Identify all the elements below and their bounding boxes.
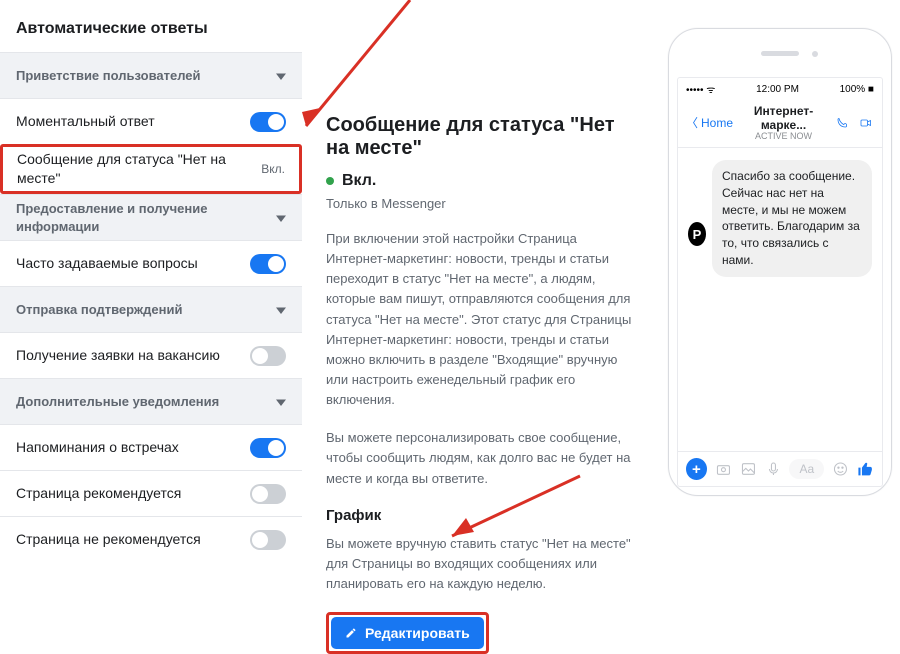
- phone-speaker-icon: [761, 51, 799, 56]
- messenger-navbar: 〈 Home Интернет-марке... ACTIVE NOW: [678, 100, 882, 148]
- description-1: При включении этой настройки Страница Ин…: [326, 229, 636, 410]
- main-panel: Сообщение для статуса "Нет на месте" Вкл…: [302, 0, 660, 579]
- section-label: Отправка подтверждений: [16, 301, 276, 319]
- description-2: Вы можете персонализировать свое сообщен…: [326, 428, 636, 488]
- chevron-down-icon: [276, 397, 286, 407]
- avatar: P: [688, 222, 706, 246]
- sidebar-item-away-message[interactable]: Сообщение для статуса "Нет на месте" Вкл…: [0, 144, 302, 194]
- sidebar-item-page-not-recommended[interactable]: Страница не рекомендуется: [0, 516, 302, 562]
- edit-button-label: Редактировать: [365, 625, 470, 641]
- phone-screen: ••••• ᯤ 12:00 PM 100% ■ 〈 Home Интернет-…: [677, 77, 883, 487]
- status-dot-icon: [326, 177, 334, 185]
- sidebar-item-page-recommended[interactable]: Страница рекомендуется: [0, 470, 302, 516]
- status-label: Вкл.: [342, 172, 376, 190]
- phone-call-icon[interactable]: [834, 117, 850, 129]
- video-call-icon[interactable]: [858, 117, 874, 129]
- status-badge: Вкл.: [326, 172, 636, 190]
- phone-status-bar: ••••• ᯤ 12:00 PM 100% ■: [678, 78, 882, 100]
- message-composer: + Aa: [678, 451, 882, 486]
- edit-button[interactable]: Редактировать: [331, 617, 484, 649]
- sidebar-section-info[interactable]: Предоставление и получение информации: [0, 194, 302, 240]
- section-label: Приветствие пользователей: [16, 67, 276, 85]
- chat-subtitle: ACTIVE NOW: [733, 131, 834, 141]
- item-label: Моментальный ответ: [16, 112, 250, 131]
- toggle-job-application[interactable]: [250, 346, 286, 366]
- signal-icon: ••••• ᯤ: [686, 82, 715, 96]
- sidebar-item-faq[interactable]: Часто задаваемые вопросы: [0, 240, 302, 286]
- phone-camera-icon: [812, 51, 818, 57]
- chat-title-block: Интернет-марке... ACTIVE NOW: [733, 104, 834, 141]
- toggle-instant-reply[interactable]: [250, 112, 286, 132]
- sidebar-item-instant-reply[interactable]: Моментальный ответ: [0, 98, 302, 144]
- page-title: Сообщение для статуса "Нет на месте": [326, 114, 636, 160]
- item-status: Вкл.: [261, 162, 285, 176]
- phone-time: 12:00 PM: [756, 84, 799, 95]
- item-label: Напоминания о встречах: [16, 438, 250, 457]
- section-label: Дополнительные уведомления: [16, 393, 276, 411]
- gallery-icon[interactable]: [740, 461, 757, 477]
- sidebar-item-reminders[interactable]: Напоминания о встречах: [0, 424, 302, 470]
- phone-mockup: ••••• ᯤ 12:00 PM 100% ■ 〈 Home Интернет-…: [668, 28, 892, 496]
- emoji-icon[interactable]: [832, 461, 849, 477]
- message-bubble: Спасибо за сообщение. Сейчас нас нет на …: [712, 160, 872, 277]
- toggle-page-not-recommended[interactable]: [250, 530, 286, 550]
- phone-preview-column: ••••• ᯤ 12:00 PM 100% ■ 〈 Home Интернет-…: [660, 0, 900, 579]
- chat-area: P Спасибо за сообщение. Сейчас нас нет н…: [678, 148, 882, 451]
- pencil-icon: [345, 627, 357, 639]
- chevron-down-icon: [276, 71, 286, 81]
- item-label: Часто задаваемые вопросы: [16, 254, 250, 273]
- sidebar-section-additional[interactable]: Дополнительные уведомления: [0, 378, 302, 424]
- status-subnote: Только в Messenger: [326, 196, 636, 211]
- sidebar-title: Автоматические ответы: [0, 0, 302, 52]
- toggle-faq[interactable]: [250, 254, 286, 274]
- chevron-left-icon: 〈: [686, 114, 698, 131]
- item-label: Страница рекомендуется: [16, 484, 250, 503]
- item-label: Сообщение для статуса "Нет на месте": [17, 150, 255, 188]
- chat-title: Интернет-марке...: [733, 104, 834, 132]
- sidebar: Автоматические ответы Приветствие пользо…: [0, 0, 302, 579]
- message-input[interactable]: Aa: [789, 459, 824, 479]
- sidebar-section-confirmations[interactable]: Отправка подтверждений: [0, 286, 302, 332]
- back-label: Home: [701, 116, 733, 130]
- sidebar-section-greeting[interactable]: Приветствие пользователей: [0, 52, 302, 98]
- back-button[interactable]: 〈 Home: [686, 114, 733, 131]
- toggle-page-recommended[interactable]: [250, 484, 286, 504]
- item-label: Страница не рекомендуется: [16, 530, 250, 549]
- add-attachment-button[interactable]: +: [686, 458, 707, 480]
- thumbs-up-icon[interactable]: [857, 460, 874, 478]
- schedule-description: Вы можете вручную ставить статус "Нет на…: [326, 534, 636, 594]
- chevron-down-icon: [276, 305, 286, 315]
- camera-icon[interactable]: [715, 461, 732, 477]
- sidebar-item-job-application[interactable]: Получение заявки на вакансию: [0, 332, 302, 378]
- phone-battery: 100% ■: [840, 84, 874, 95]
- schedule-heading: График: [326, 507, 636, 524]
- toggle-reminders[interactable]: [250, 438, 286, 458]
- chevron-down-icon: [276, 213, 286, 223]
- annotation-highlight: Редактировать: [326, 612, 489, 654]
- item-label: Получение заявки на вакансию: [16, 346, 250, 365]
- microphone-icon[interactable]: [765, 461, 782, 477]
- section-label: Предоставление и получение информации: [16, 200, 276, 235]
